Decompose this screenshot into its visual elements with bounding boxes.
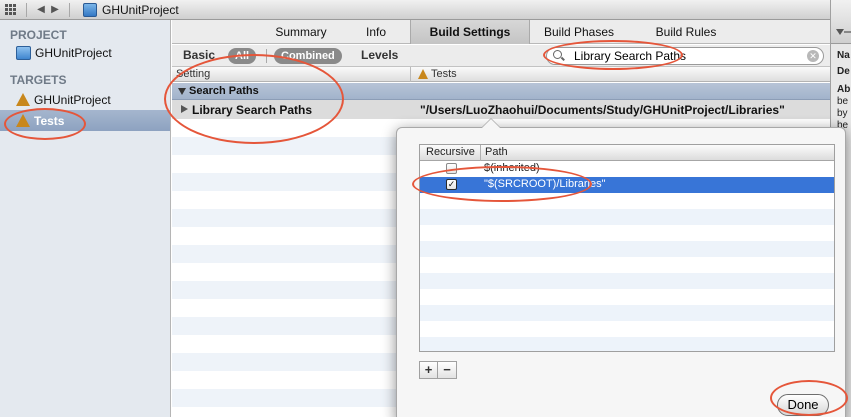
inspector-text: by	[837, 108, 848, 119]
levels-filter[interactable]: Levels	[361, 48, 398, 62]
project-item[interactable]: GHUnitProject	[0, 42, 170, 63]
project-icon	[83, 2, 97, 17]
setting-value[interactable]: "/Users/LuoZhaohui/Documents/Study/GHUni…	[420, 103, 785, 117]
disclosure-down-icon[interactable]	[836, 29, 844, 35]
forward-arrow-icon[interactable]: ▶	[48, 4, 62, 15]
inspector-label: De	[837, 66, 850, 77]
library-search-paths-row[interactable]: Library Search Paths "/Users/LuoZhaohui/…	[172, 100, 830, 119]
path-value[interactable]: $(inherited)	[484, 162, 540, 174]
recursive-column-header[interactable]: Recursive	[426, 146, 475, 158]
targets-section-header: TARGETS	[10, 73, 67, 87]
search-icon	[553, 49, 566, 63]
project-item-label: GHUnitProject	[35, 45, 112, 60]
jump-bar-project[interactable]: GHUnitProject	[102, 3, 179, 17]
popover-arrow	[481, 118, 501, 128]
clear-icon[interactable]: ✕	[807, 50, 819, 62]
path-value[interactable]: "$(SRCROOT)/Libraries"	[484, 178, 606, 190]
disclosure-right-icon[interactable]	[181, 105, 188, 113]
search-field[interactable]: ✕	[546, 47, 824, 65]
search-input[interactable]	[574, 49, 794, 63]
recursive-checkbox[interactable]	[446, 163, 457, 174]
setting-column-header[interactable]: Setting	[176, 68, 210, 80]
divider	[266, 49, 267, 63]
basic-filter[interactable]: Basic	[183, 48, 215, 62]
done-button[interactable]: Done	[777, 394, 829, 416]
setting-name: Library Search Paths	[192, 103, 313, 117]
paths-table-body: $(inherited) ✓ "$(SRCROOT)/Libraries"	[420, 161, 834, 351]
column-divider	[410, 67, 411, 82]
target-item-tests[interactable]: Tests	[0, 110, 170, 131]
paths-table: Recursive Path $(inherited) ✓ "$(SRCROOT…	[419, 144, 835, 352]
test-target-icon	[418, 69, 428, 79]
filter-bar: Basic All Combined Levels ✕	[172, 45, 830, 67]
divider	[69, 2, 70, 17]
tab-build-rules[interactable]: Build Rules	[646, 20, 726, 44]
inspector-toolbar	[831, 0, 851, 44]
paths-table-header: Recursive Path	[420, 145, 834, 161]
project-section-header: PROJECT	[10, 28, 67, 42]
search-paths-group[interactable]: Search Paths	[172, 83, 830, 100]
recursive-checkbox[interactable]: ✓	[446, 179, 457, 190]
group-label: Search Paths	[189, 85, 259, 97]
target-column-header[interactable]: Tests	[431, 68, 457, 80]
tab-build-phases[interactable]: Build Phases	[536, 20, 622, 44]
related-items-icon[interactable]	[5, 4, 19, 16]
column-divider	[480, 145, 481, 161]
add-path-button[interactable]: +	[419, 361, 438, 379]
inspector-label: Na	[837, 50, 850, 61]
test-target-icon	[16, 114, 30, 127]
table-row[interactable]: $(inherited)	[420, 161, 834, 177]
tab-build-settings[interactable]: Build Settings	[410, 20, 530, 44]
app-target-icon	[16, 93, 30, 106]
target-item-label: GHUnitProject	[34, 92, 111, 107]
path-column-header[interactable]: Path	[485, 146, 508, 158]
back-arrow-icon[interactable]: ◀	[34, 4, 48, 15]
project-icon	[16, 45, 31, 60]
tab-summary[interactable]: Summary	[260, 20, 342, 44]
all-filter[interactable]: All	[228, 48, 257, 64]
inspector-label: Ab	[837, 84, 851, 95]
editor-tab-bar: Summary Info Build Settings Build Phases…	[172, 20, 830, 44]
add-remove-buttons: + −	[419, 361, 457, 379]
table-row[interactable]: ✓ "$(SRCROOT)/Libraries"	[420, 177, 834, 193]
divider	[26, 2, 27, 17]
target-item-ghunitproject[interactable]: GHUnitProject	[0, 89, 170, 110]
disclosure-down-icon[interactable]	[178, 87, 186, 95]
inspector-text: be	[837, 96, 849, 107]
project-navigator: PROJECT GHUnitProject TARGETS GHUnitProj…	[0, 20, 171, 417]
target-item-label: Tests	[34, 113, 65, 128]
divider	[844, 31, 851, 33]
jump-bar: ◀ ▶ GHUnitProject	[0, 0, 830, 20]
search-paths-popover: Recursive Path $(inherited) ✓ "$(SRCROOT…	[396, 118, 846, 417]
combined-filter[interactable]: Combined	[274, 48, 342, 64]
settings-table-header: Setting Tests	[172, 67, 830, 82]
remove-path-button[interactable]: −	[438, 361, 457, 379]
tab-info[interactable]: Info	[356, 20, 396, 44]
